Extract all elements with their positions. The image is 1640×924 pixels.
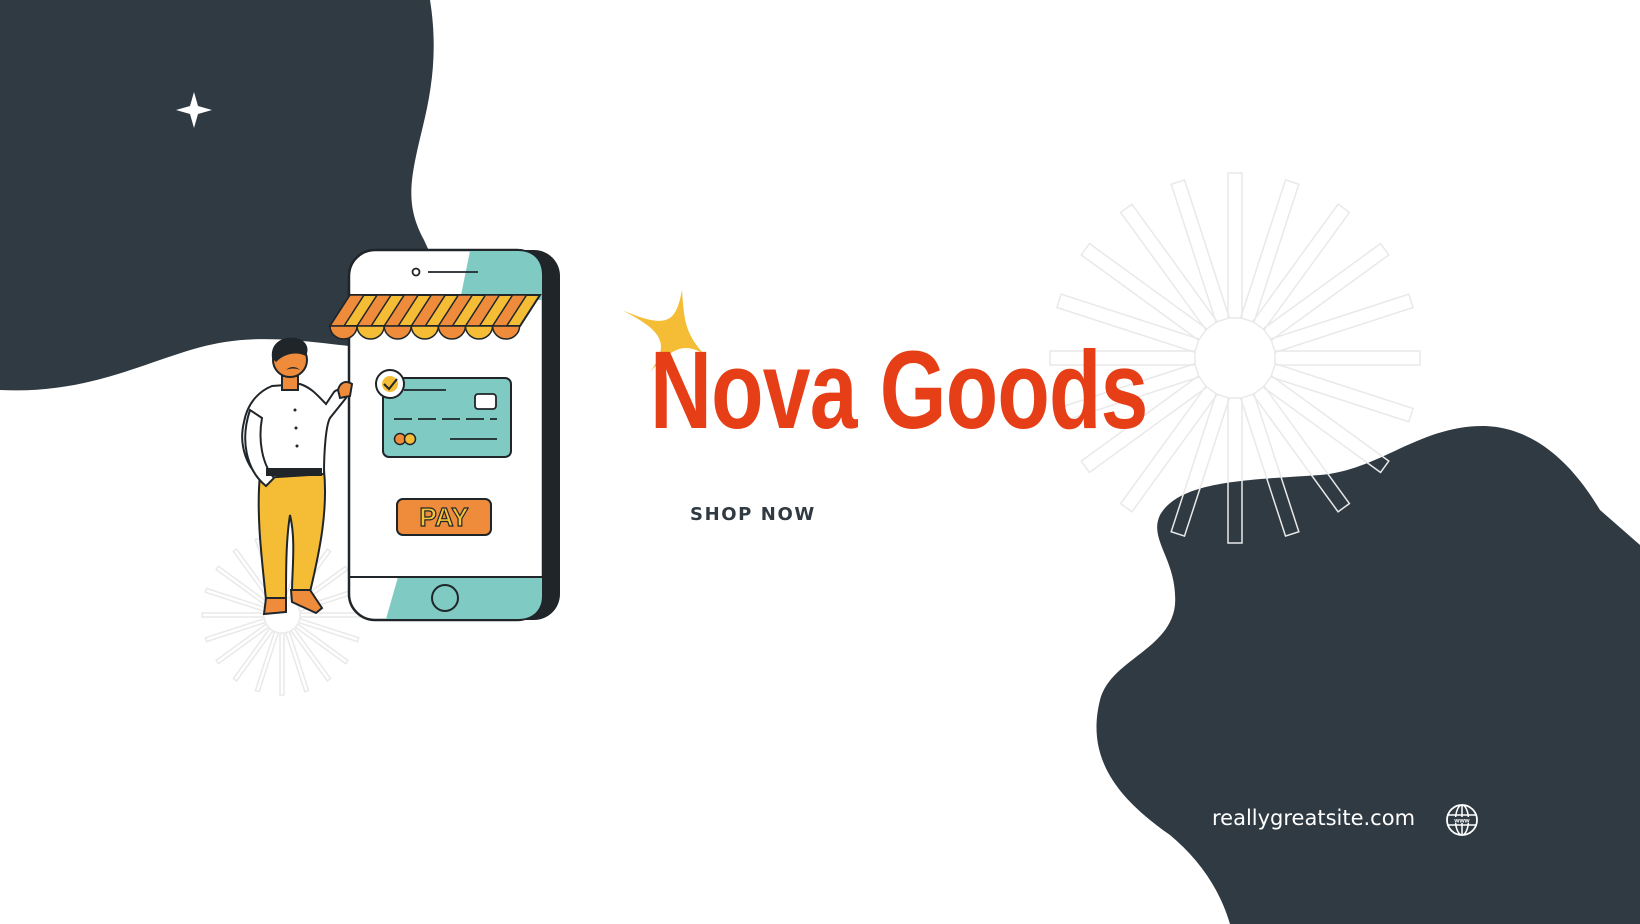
pay-label: PAY (419, 502, 468, 532)
phone-bottom-teal (386, 577, 542, 619)
brand-title: Nova Goods (650, 329, 1148, 452)
awning (328, 294, 542, 340)
svg-text:www: www (1453, 818, 1470, 825)
check-icon (375, 369, 405, 399)
website-link[interactable]: reallygreatsite.com (1212, 806, 1415, 830)
globe-icon[interactable]: www (1445, 803, 1479, 837)
shopper-figure (241, 337, 354, 616)
shopper-illustration: PAY (241, 248, 560, 622)
phone-screen-teal (460, 251, 542, 300)
pay-button: PAY (396, 498, 492, 536)
shop-now-button[interactable]: SHOP NOW (690, 504, 816, 525)
